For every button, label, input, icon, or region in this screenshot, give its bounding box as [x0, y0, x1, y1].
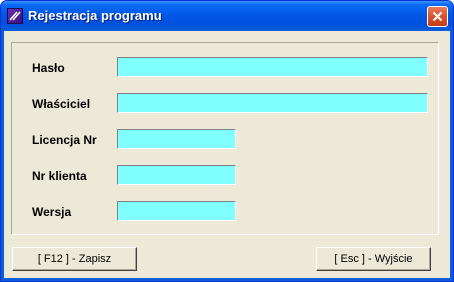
title-bar[interactable]: Rejestracja programu [1, 1, 453, 31]
password-label: Hasło [32, 61, 65, 75]
close-icon [432, 11, 443, 22]
dialog-window: Rejestracja programu Hasło Właściciel Li… [0, 0, 454, 282]
version-field[interactable] [117, 201, 236, 221]
dialog-body: Hasło Właściciel Licencja Nr Nr klienta … [4, 31, 450, 278]
client-number-field[interactable] [117, 165, 236, 185]
window-title: Rejestracja programu [28, 8, 162, 23]
version-label: Wersja [32, 205, 72, 219]
save-button[interactable]: [ F12 ] - Zapisz [12, 247, 137, 271]
app-logo-icon [7, 8, 23, 24]
client-number-label: Nr klienta [32, 169, 87, 183]
password-field[interactable] [117, 57, 428, 77]
form-panel: Hasło Właściciel Licencja Nr Nr klienta … [11, 42, 439, 235]
close-button[interactable] [427, 6, 448, 27]
license-number-label: Licencja Nr [32, 133, 97, 147]
owner-label: Właściciel [32, 97, 91, 111]
exit-button[interactable]: [ Esc ] - Wyjście [316, 247, 431, 271]
license-number-field[interactable] [117, 129, 236, 149]
owner-field[interactable] [117, 93, 428, 113]
